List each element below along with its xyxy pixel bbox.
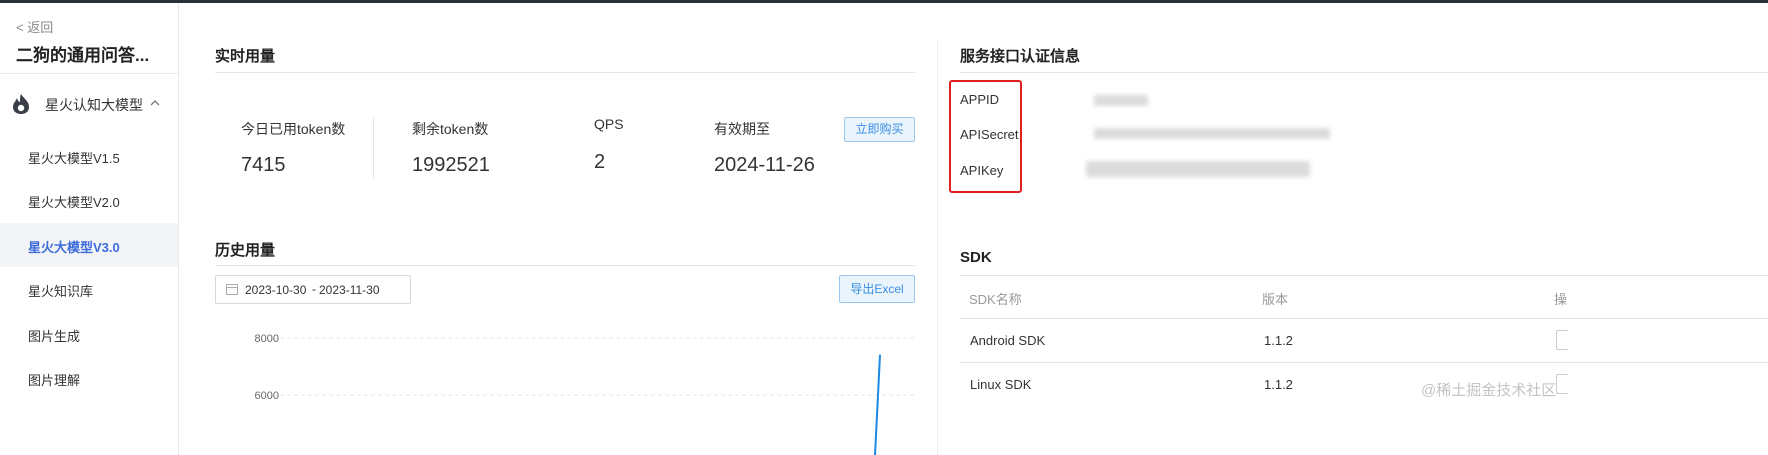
sidebar-item-image-generation[interactable]: 图片生成 (0, 312, 178, 356)
sidebar-item-label: 星火知识库 (28, 284, 94, 299)
date-range-separator: - (312, 282, 316, 296)
watermark: @稀土掘金技术社区 (1421, 382, 1557, 399)
panel-divider (937, 40, 938, 455)
stat-value-today-tokens: 7415 (241, 154, 286, 176)
sdk-col-action: 操 (1554, 292, 1568, 307)
sdk-header-divider (960, 318, 1768, 319)
sdk-col-version: 版本 (1262, 292, 1289, 307)
appid-value-blurred[interactable] (1094, 95, 1148, 106)
date-range-picker[interactable]: 2023-10-30 - 2023-11-30 (215, 275, 411, 304)
history-chart-svg: 8000 6000 (255, 333, 915, 455)
sidebar-item-label: 图片生成 (28, 329, 81, 344)
stat-label-qps: QPS (594, 116, 624, 132)
sdk-row-divider (960, 362, 1768, 363)
sdk-row-name: Linux SDK (970, 377, 1032, 392)
stat-value-expiry: 2024-11-26 (714, 154, 815, 176)
chevron-up-icon (150, 96, 160, 110)
auth-divider (960, 72, 1768, 73)
appid-label: APPID (960, 92, 1000, 107)
sidebar: < 返回 二狗的通用问答... 星火认知大模型 星火大模型V1.5 星火大模型V… (0, 3, 179, 455)
sidebar-divider (0, 73, 178, 74)
stat-value-remaining-tokens: 1992521 (412, 154, 490, 176)
chart-ytick-label: 6000 (255, 390, 279, 402)
sidebar-group-label: 星火认知大模型 (45, 97, 143, 113)
sidebar-item-label: 星火大模型V3.0 (28, 240, 120, 255)
buy-now-button[interactable]: 立即购买 (844, 117, 915, 142)
stat-separator (373, 118, 374, 178)
date-range-start: 2023-10-30 (245, 283, 307, 297)
sdk-download-button[interactable] (1556, 374, 1568, 394)
sdk-title: SDK (960, 249, 992, 266)
apisecret-value-blurred[interactable] (1094, 128, 1330, 139)
sidebar-item-label: 星火大模型V2.0 (28, 195, 120, 210)
sidebar-group-spark-model[interactable]: 星火认知大模型 (0, 83, 178, 127)
sidebar-item-label: 星火大模型V1.5 (28, 151, 120, 166)
auth-info-title: 服务接口认证信息 (960, 48, 1081, 65)
flame-icon (13, 94, 29, 114)
history-usage-chart: 8000 6000 (215, 315, 915, 455)
sidebar-item-spark-v3-0[interactable]: 星火大模型V3.0 (0, 223, 178, 267)
sdk-download-button[interactable] (1556, 330, 1568, 350)
app-name: 二狗的通用问答... (16, 46, 150, 65)
sidebar-item-spark-v2-0[interactable]: 星火大模型V2.0 (0, 178, 178, 222)
stat-value-qps: 2 (594, 151, 606, 173)
sidebar-item-spark-v1-5[interactable]: 星火大模型V1.5 (0, 134, 178, 178)
sdk-col-name: SDK名称 (969, 292, 1022, 307)
stat-label-today-tokens: 今日已用token数 (241, 121, 346, 137)
chart-series-line (874, 354, 881, 455)
realtime-usage-title: 实时用量 (215, 48, 276, 65)
sdk-row-name: Android SDK (970, 333, 1046, 348)
sdk-divider (960, 275, 1768, 276)
top-bar (0, 0, 1768, 3)
apikey-label: APIKey (960, 163, 1004, 178)
sidebar-item-image-understanding[interactable]: 图片理解 (0, 356, 178, 400)
sdk-row-version: 1.1.2 (1264, 333, 1293, 348)
apisecret-label: APISecret (960, 127, 1019, 142)
sdk-row-version: 1.1.2 (1264, 377, 1293, 392)
calendar-icon (226, 284, 238, 295)
realtime-divider (215, 72, 915, 73)
date-range-end: 2023-11-30 (319, 283, 380, 297)
sidebar-item-label: 图片理解 (28, 373, 81, 388)
export-excel-button[interactable]: 导出Excel (839, 275, 915, 303)
sidebar-item-knowledge-base[interactable]: 星火知识库 (0, 267, 178, 311)
history-divider (215, 265, 915, 266)
stat-label-remaining-tokens: 剩余token数 (412, 121, 489, 137)
apikey-value-blurred[interactable] (1086, 161, 1310, 177)
stat-label-expiry: 有效期至 (714, 121, 770, 137)
history-usage-title: 历史用量 (215, 242, 276, 259)
back-link[interactable]: < 返回 (16, 17, 53, 36)
chart-ytick-label: 8000 (255, 333, 279, 345)
